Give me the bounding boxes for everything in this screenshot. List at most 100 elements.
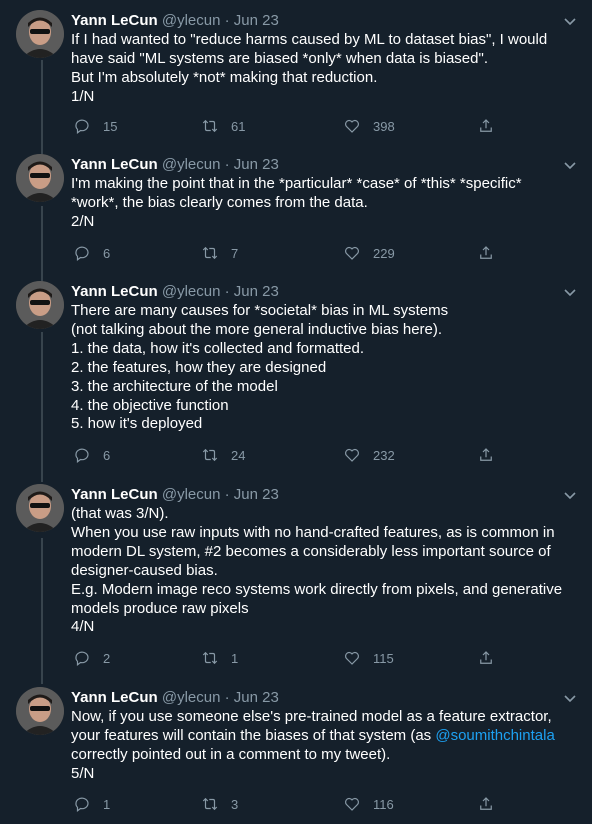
like-button[interactable]: 398 bbox=[343, 115, 395, 137]
tweet-date[interactable]: Jun 23 bbox=[234, 12, 279, 29]
retweet-count: 3 bbox=[231, 796, 239, 812]
like-button[interactable]: 116 bbox=[343, 793, 394, 815]
author-name[interactable]: Yann LeCun bbox=[71, 12, 158, 29]
retweet-button[interactable]: 3 bbox=[201, 793, 238, 815]
reply-count: 6 bbox=[103, 245, 111, 261]
tweet-text-line: 3. the architecture of the model bbox=[71, 377, 278, 395]
share-button[interactable] bbox=[477, 115, 507, 137]
tweet-date[interactable]: Jun 23 bbox=[234, 486, 279, 503]
chevron-down-icon[interactable] bbox=[562, 13, 578, 29]
retweet-count: 1 bbox=[231, 650, 239, 666]
tweet-text-line: There are many causes for *societal* bia… bbox=[71, 302, 449, 319]
separator-dot: · bbox=[224, 689, 230, 706]
share-icon bbox=[480, 651, 492, 664]
reply-button[interactable]: 1 bbox=[73, 793, 110, 815]
author-name[interactable]: Yann LeCun bbox=[71, 283, 158, 300]
tweet-text-line: When you use raw inputs with no hand-cra… bbox=[71, 523, 555, 541]
like-count: 398 bbox=[373, 118, 395, 134]
chevron-down-icon[interactable] bbox=[562, 157, 578, 173]
like-count: 232 bbox=[373, 447, 395, 463]
tweet-text-line: 4. the objective function bbox=[71, 396, 229, 414]
like-button[interactable]: 232 bbox=[343, 444, 395, 466]
tweet-text-line: E.g. Modern image reco systems work dire… bbox=[71, 580, 563, 598]
author-handle[interactable]: @ylecun bbox=[162, 486, 221, 503]
author-handle[interactable]: @ylecun bbox=[162, 12, 221, 29]
tweet-actions: 2 1 115 bbox=[71, 647, 551, 669]
author-name[interactable]: Yann LeCun bbox=[71, 486, 158, 503]
tweet-header: Yann LeCun @ylecun · Jun 23 bbox=[71, 687, 279, 709]
tweet-header: Yann LeCun @ylecun · Jun 23 bbox=[71, 484, 279, 506]
chevron-down-icon[interactable] bbox=[562, 690, 578, 706]
avatar[interactable] bbox=[16, 484, 64, 532]
tweet-text-line: I'm making the point that in the *partic… bbox=[71, 175, 522, 192]
thread-timeline: Yann LeCun @ylecun · Jun 23 If I had wan… bbox=[0, 0, 592, 824]
tweet[interactable]: Yann LeCun @ylecun · Jun 23 Now, if you … bbox=[0, 687, 592, 817]
author-name[interactable]: Yann LeCun bbox=[71, 689, 158, 706]
tweet-text-line: If I had wanted to "reduce harms caused … bbox=[71, 31, 548, 48]
avatar[interactable] bbox=[16, 281, 64, 329]
retweet-icon bbox=[202, 651, 218, 665]
tweet-date[interactable]: Jun 23 bbox=[234, 156, 279, 173]
reply-button[interactable]: 15 bbox=[73, 115, 117, 137]
tweet-text-line: models produce raw pixels bbox=[71, 599, 249, 617]
tweet-date[interactable]: Jun 23 bbox=[234, 689, 279, 706]
retweet-button[interactable]: 24 bbox=[201, 444, 245, 466]
reply-button[interactable]: 6 bbox=[73, 444, 110, 466]
share-button[interactable] bbox=[477, 647, 507, 669]
reply-count: 2 bbox=[103, 650, 111, 666]
chevron-down-icon[interactable] bbox=[562, 284, 578, 300]
tweet-actions: 6 7 229 bbox=[71, 242, 551, 264]
speech-bubble-icon bbox=[75, 448, 89, 463]
like-count: 115 bbox=[373, 650, 394, 666]
retweet-icon bbox=[202, 448, 218, 462]
retweet-count: 7 bbox=[231, 245, 239, 261]
retweet-button[interactable]: 7 bbox=[201, 242, 238, 264]
like-button[interactable]: 229 bbox=[343, 242, 395, 264]
tweet-text-line: 4/N bbox=[71, 618, 95, 636]
author-handle[interactable]: @ylecun bbox=[162, 283, 221, 300]
like-count: 116 bbox=[373, 796, 394, 812]
heart-icon bbox=[345, 448, 359, 462]
tweet-text-line: 1/N bbox=[71, 87, 95, 105]
reply-button[interactable]: 6 bbox=[73, 242, 110, 264]
heart-icon bbox=[345, 651, 359, 665]
retweet-button[interactable]: 61 bbox=[201, 115, 245, 137]
tweet[interactable]: Yann LeCun @ylecun · Jun 23 There are ma… bbox=[0, 281, 592, 471]
avatar[interactable] bbox=[16, 154, 64, 202]
heart-icon bbox=[345, 119, 359, 133]
retweet-button[interactable]: 1 bbox=[201, 647, 238, 669]
tweet-text-line: 2/N bbox=[71, 212, 95, 230]
retweet-icon bbox=[202, 119, 218, 133]
avatar[interactable] bbox=[16, 687, 64, 735]
tweet-text: (that was 3/N). When you use raw inputs … bbox=[71, 505, 581, 637]
tweet[interactable]: Yann LeCun @ylecun · Jun 23 (that was 3/… bbox=[0, 484, 592, 674]
heart-icon bbox=[345, 797, 359, 811]
tweet-text-line: 2. the features, how they are designed bbox=[71, 358, 327, 376]
tweet-text-line: your features will contain the biases of… bbox=[71, 727, 581, 746]
tweet-actions: 1 3 116 bbox=[71, 793, 551, 815]
like-button[interactable]: 115 bbox=[343, 647, 394, 669]
author-name[interactable]: Yann LeCun bbox=[71, 156, 158, 173]
tweet-actions: 15 61 398 bbox=[71, 115, 551, 137]
heart-icon bbox=[345, 246, 359, 260]
tweet-header: Yann LeCun @ylecun · Jun 23 bbox=[71, 10, 279, 32]
tweet-text-line: *work*, the bias clearly comes from the … bbox=[71, 193, 368, 211]
tweet-header: Yann LeCun @ylecun · Jun 23 bbox=[71, 154, 279, 176]
tweet-text: If I had wanted to "reduce harms caused … bbox=[71, 31, 581, 107]
tweet-text: There are many causes for *societal* bia… bbox=[71, 302, 581, 434]
tweet-text: Now, if you use someone else's pre-train… bbox=[71, 708, 581, 784]
tweet[interactable]: Yann LeCun @ylecun · Jun 23 I'm making t… bbox=[0, 154, 592, 264]
mention-link[interactable]: @soumithchintala bbox=[435, 727, 554, 744]
author-handle[interactable]: @ylecun bbox=[162, 689, 221, 706]
avatar[interactable] bbox=[16, 10, 64, 58]
author-handle[interactable]: @ylecun bbox=[162, 156, 221, 173]
tweet[interactable]: Yann LeCun @ylecun · Jun 23 If I had wan… bbox=[0, 10, 592, 140]
share-button[interactable] bbox=[477, 444, 507, 466]
share-button[interactable] bbox=[477, 242, 507, 264]
like-count: 229 bbox=[373, 245, 395, 261]
share-button[interactable] bbox=[477, 793, 507, 815]
separator-dot: · bbox=[224, 12, 230, 29]
tweet-date[interactable]: Jun 23 bbox=[234, 283, 279, 300]
chevron-down-icon[interactable] bbox=[562, 487, 578, 503]
reply-button[interactable]: 2 bbox=[73, 647, 110, 669]
